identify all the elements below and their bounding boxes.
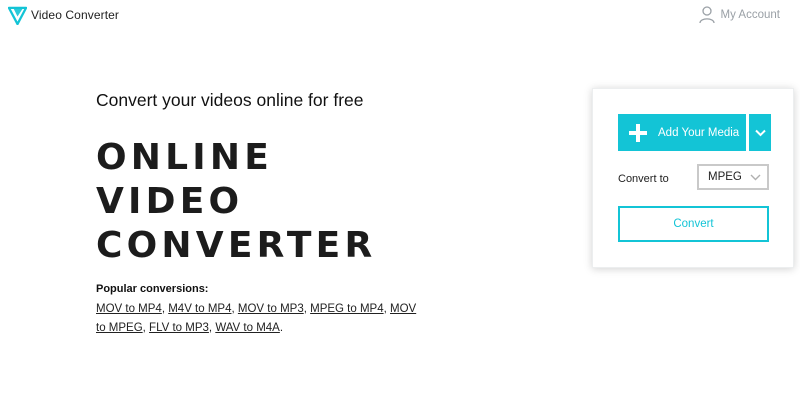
my-account-label: My Account xyxy=(720,9,780,21)
my-account-link[interactable]: My Account xyxy=(698,6,780,24)
conversion-link[interactable]: MOV to MP3 xyxy=(238,303,304,315)
conversion-link[interactable]: MOV to MP4 xyxy=(96,303,162,315)
top-bar: Video Converter My Account xyxy=(0,0,800,32)
convert-label: Convert xyxy=(673,218,714,230)
hero-title-line: VIDEO xyxy=(96,181,244,222)
hero-subtitle: Convert your videos online for free xyxy=(96,90,364,110)
convert-button[interactable]: Convert xyxy=(618,206,769,242)
chevron-down-icon xyxy=(750,174,761,181)
popular-conversions-list: MOV to MP4, M4V to MP4, MOV to MP3, MPEG… xyxy=(96,303,417,334)
hero-title-line: CONVERTER xyxy=(96,225,377,266)
popular-conversions-label: Popular conversions: xyxy=(96,283,209,295)
converter-panel: Add Your Media Convert to MPEG Convert xyxy=(592,88,794,268)
conversion-link[interactable]: MPEG to MP4 xyxy=(310,303,384,315)
user-icon xyxy=(698,6,715,24)
convert-to-label: Convert to xyxy=(618,173,669,185)
conversion-link[interactable]: M4V to MP4 xyxy=(168,303,231,315)
add-media-button[interactable]: Add Your Media xyxy=(618,114,746,151)
add-media-dropdown-button[interactable] xyxy=(749,114,771,151)
hero-title-line: ONLINE xyxy=(96,137,273,178)
format-select[interactable]: MPEG xyxy=(697,164,769,190)
plus-icon xyxy=(629,123,647,142)
add-media-label: Add Your Media xyxy=(658,126,740,139)
format-value: MPEG xyxy=(708,171,742,183)
conversion-link[interactable]: WAV to M4A xyxy=(215,322,280,334)
app-title[interactable]: Video Converter xyxy=(31,8,119,22)
hero-title: ONLINE VIDEO CONVERTER xyxy=(96,136,376,268)
logo-icon[interactable] xyxy=(8,6,27,25)
conversion-link[interactable]: FLV to MP3 xyxy=(149,322,209,334)
chevron-down-icon xyxy=(754,129,766,136)
